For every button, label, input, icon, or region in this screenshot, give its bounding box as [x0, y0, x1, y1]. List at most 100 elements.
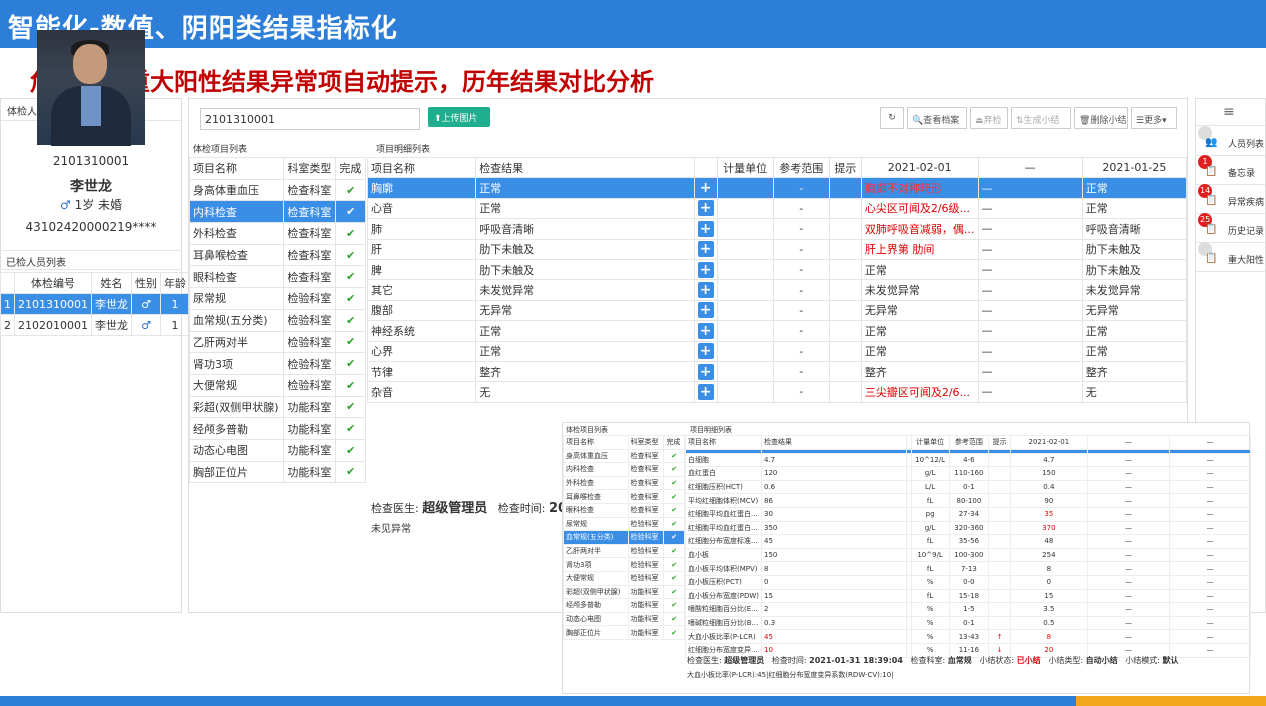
table-row[interactable]: 胸部正位片 功能科室 ✔ [188, 460, 366, 484]
check-icon: ✔ [663, 570, 685, 586]
generate-summary-button[interactable]: ⇅生成小结 [1011, 107, 1071, 129]
table-row[interactable]: 内科检查 检查科室 ✔ [188, 200, 366, 224]
table-row[interactable]: 白细胞 4.7 10^12/L 4-6 4.7— — [685, 452, 1251, 468]
table-row[interactable]: 眼科检查 检查科室 ✔ [563, 502, 685, 518]
table-row[interactable]: 心界 正常 + - 正常 — 正常 [366, 340, 1188, 362]
check-icon: ✔ [663, 557, 685, 572]
table-row[interactable]: 身高体重血压 检查科室 ✔ [188, 178, 366, 202]
table-row[interactable]: 身高体重血压 检查科室 ✔ [563, 448, 685, 464]
table-row[interactable]: 血红蛋白 120 g/L 110-160 150— — [685, 466, 1251, 481]
table-row[interactable]: 经颅多普勒 功能科室 ✔ [563, 598, 685, 613]
table-row[interactable]: 乙肝两对半 检验科室 ✔ [563, 543, 685, 559]
table-row[interactable]: 红细胞平均血红蛋白... 30 pg 27-34 35— — [685, 506, 1251, 522]
more-button[interactable]: ☰更多▾ [1131, 107, 1177, 129]
rightnav-item[interactable]: 0 👥 人员列表 [1195, 126, 1266, 156]
table-row[interactable]: 嗜酸粒细胞百分比(E... 2% 1-5 3.5— — [685, 602, 1251, 617]
table-row[interactable]: 胸廓 正常 + - 胸廓不对称畸形 — 正常 [366, 177, 1188, 199]
check-icon: ✔ [335, 373, 366, 397]
table-row[interactable]: 彩超(双侧甲状腺) 功能科室 ✔ [563, 584, 685, 600]
add-icon[interactable]: + [697, 383, 714, 400]
add-icon[interactable]: + [697, 180, 714, 197]
table-row[interactable]: 腹部 无异常 + - 无异常 — 无异常 [366, 299, 1188, 322]
table-row[interactable]: 心音 正常 + - 心尖区可闻及2/6级... — 正常 [366, 197, 1188, 220]
table-row[interactable]: 耳鼻喉检查 检查科室 ✔ [563, 489, 685, 504]
table-row[interactable]: 动态心电图 功能科室 ✔ [563, 611, 685, 627]
col-name: 姓名 [91, 272, 132, 294]
note-icon: 📋 [1205, 166, 1218, 177]
table-row[interactable]: 血常规(五分类) 检验科室 ✔ [563, 530, 685, 545]
rightnav-item[interactable]: 0 📋 重大阳性 [1195, 242, 1266, 272]
add-icon[interactable]: + [697, 363, 714, 380]
table-row[interactable]: 外科检查 检查科室 ✔ [188, 222, 366, 245]
table-row[interactable]: 血常规(五分类) 检验科室 ✔ [188, 308, 366, 332]
table-row[interactable]: 平均红细胞体积(MCV) 86 fL 80-100 90— — [685, 493, 1251, 508]
note-icon: 📋 [1205, 195, 1218, 206]
table-row[interactable]: 肺呼吸音清晰 + - 双肺呼吸音减弱，偶... — 呼吸音清晰 [366, 218, 1188, 240]
col-exam-no: 体检编号 [14, 272, 92, 294]
table-row[interactable]: 杂音无 + - 三尖瓣区可闻及2/6... — 无 [366, 381, 1188, 403]
table-row[interactable]: 血小板压积(PCT) 0% 0-0 0— — [685, 574, 1251, 590]
add-icon[interactable]: + [697, 200, 714, 217]
view-archive-button[interactable]: 🔍查看档案 [907, 107, 967, 129]
rightnav-item[interactable]: 25 📋 历史记录 [1195, 213, 1266, 243]
add-icon[interactable]: + [697, 220, 714, 237]
table-row[interactable]: 脾肋下未触及 + - 正常 — 肋下未触及 [366, 258, 1188, 281]
table-row[interactable]: 嗜碱粒细胞百分比(B... 0.3% 0-1 0.5— — [685, 615, 1251, 631]
table-row[interactable]: 尿常规 检验科室 ✔ [563, 516, 685, 532]
table-row[interactable]: 其它 未发觉异常 + - 未发觉异常 — 未发觉异常 [366, 279, 1188, 301]
table-row[interactable]: 节律 整齐 + - 整齐 — 整齐 [366, 360, 1188, 383]
table-row[interactable]: 血小板平均体积(MPV) 8 fL 7-13 8— — [685, 561, 1251, 576]
footer-bar [0, 696, 1076, 706]
patient-name: 李世龙 [70, 179, 112, 195]
inset-items-header: 体检项目列表 [566, 426, 608, 434]
abandon-button[interactable]: ⏏弃检 [970, 107, 1008, 129]
patient-list-table: 体检编号 姓名 性别 年龄 1 2101310001 李世龙 ♂ 1 2 2102010001 李… [0, 272, 190, 336]
inset-details-header: 项目明细列表 [690, 426, 732, 434]
table-row[interactable]: 红细胞平均血红蛋白... 350 g/L 320-360 370— — [685, 520, 1251, 536]
add-icon[interactable]: + [697, 261, 714, 278]
add-icon[interactable]: + [697, 282, 714, 299]
table-row[interactable]: 肾功3项 检验科室 ✔ [188, 352, 366, 375]
table-row[interactable]: 眼科检查 检查科室 ✔ [188, 265, 366, 289]
table-row[interactable]: 动态心电图 功能科室 ✔ [188, 438, 366, 462]
table-row[interactable]: 经颅多普勒 功能科室 ✔ [188, 417, 366, 440]
male-icon: ♂ [131, 293, 161, 315]
menu-icon[interactable]: ≡ [1195, 98, 1266, 126]
table-row[interactable]: 外科检查 检查科室 ✔ [563, 475, 685, 491]
table-row[interactable]: 胸部正位片 功能科室 ✔ [563, 625, 685, 640]
table-row[interactable]: 大便常规 检验科室 ✔ [563, 570, 685, 586]
refresh-button[interactable]: ↻ [880, 107, 904, 129]
details-section-header: 项目明细列表 [376, 145, 431, 155]
add-icon[interactable]: + [697, 302, 714, 319]
table-row[interactable]: 彩超(双侧甲状腺) 功能科室 ✔ [188, 395, 366, 419]
table-row[interactable]: 乙肝两对半 检验科室 ✔ [188, 330, 366, 354]
add-icon[interactable]: + [697, 343, 714, 360]
add-icon[interactable]: + [697, 241, 714, 258]
search-input[interactable]: 2101310001 [200, 108, 420, 130]
table-row[interactable]: 2 2102010001 李世龙 ♂ 1 [0, 314, 190, 336]
add-icon[interactable]: + [697, 322, 714, 339]
check-icon: ✔ [335, 460, 366, 484]
col-gender: 性别 [131, 272, 161, 294]
table-row[interactable]: 血小板分布宽度(PDW) 15 fL 15-18 15— — [685, 588, 1251, 604]
rightnav-item[interactable]: 14 📋 异常疾病 [1195, 184, 1266, 214]
check-icon: ✔ [663, 489, 685, 504]
table-row[interactable]: 肝肋下未触及 + - 肝上界第 肋间 — 肋下未触及 [366, 238, 1188, 260]
table-row[interactable]: 血小板 150 10^9/L 100-300 254— — [685, 547, 1251, 563]
table-row[interactable]: 1 2101310001 李世龙 ♂ 1 [0, 293, 190, 315]
delete-summary-button[interactable]: 🗑删除小结 [1074, 107, 1128, 129]
male-icon: ♂ [131, 314, 161, 336]
table-row[interactable]: 肾功3项 检验科室 ✔ [563, 557, 685, 572]
check-icon: ✔ [663, 530, 685, 545]
table-row[interactable]: 神经系统 正常 + - 正常 — 正常 [366, 320, 1188, 342]
rightnav-item[interactable]: 1 📋 备忘录 [1195, 155, 1266, 185]
table-row[interactable]: 大血小板比率(P-LCR) 45% 13-43 ↑ 8— — [685, 629, 1251, 644]
table-row[interactable]: 红细胞压积(HCT) 0.6 L/L 0-1 0.4— — [685, 479, 1251, 495]
item-details-table: 项目名称 检查结果 计量单位 参考范围 提示 2021-02-01 — 2021… [366, 156, 1188, 403]
table-row[interactable]: 红细胞分布宽度标准... 45 fL 35-56 48— — [685, 534, 1251, 549]
table-row[interactable]: 大便常规 检验科室 ✔ [188, 373, 366, 397]
table-row[interactable]: 内科检查 检查科室 ✔ [563, 462, 685, 477]
upload-image-button[interactable]: ⬆上传图片 [428, 107, 490, 127]
table-row[interactable]: 耳鼻喉检查 检查科室 ✔ [188, 243, 366, 267]
table-row[interactable]: 尿常规 检验科室 ✔ [188, 287, 366, 310]
